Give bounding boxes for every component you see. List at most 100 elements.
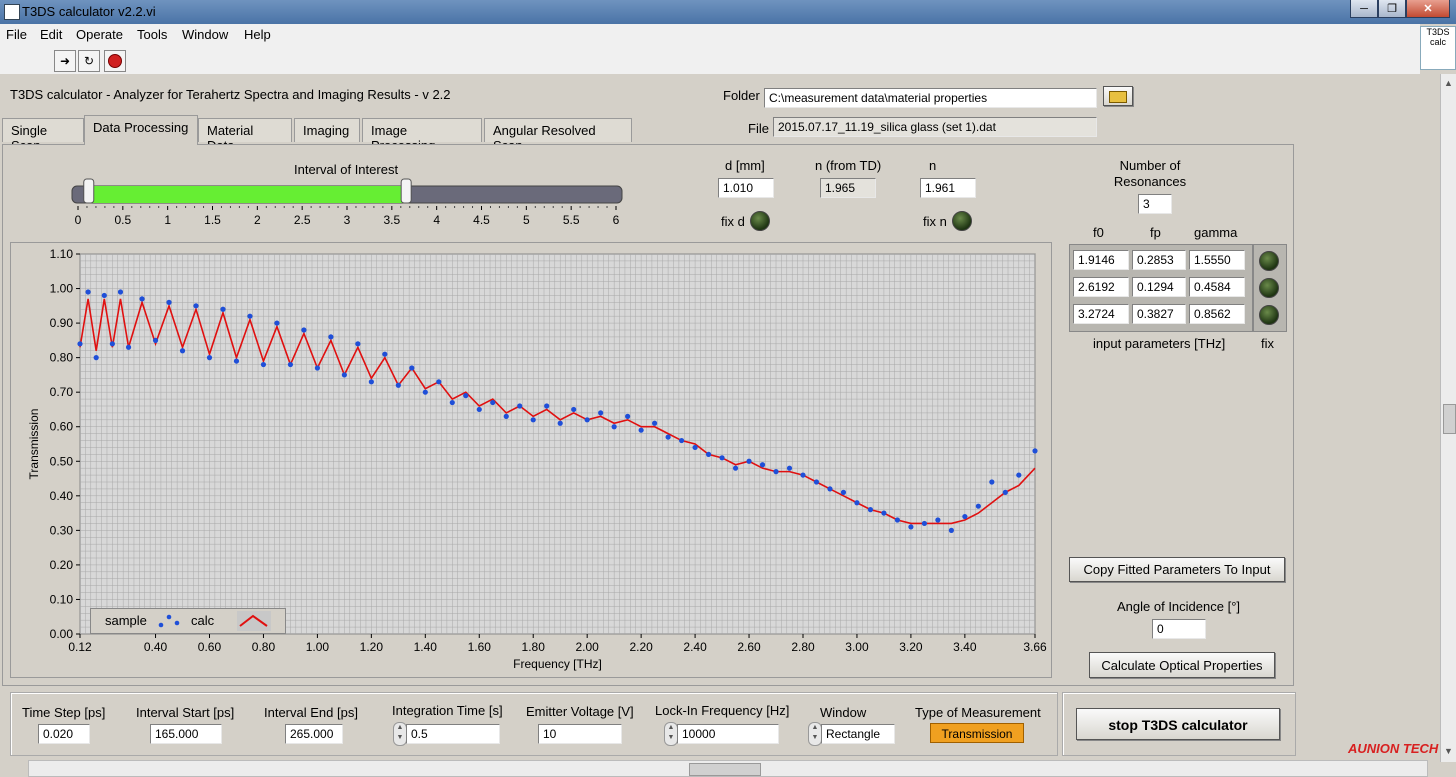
time-step-label: Time Step [ps] [22,705,106,720]
menu-edit[interactable]: Edit [40,27,62,42]
y-tick-label: 1.10 [50,247,74,261]
tab-single-scan[interactable]: Single Scan [2,118,84,153]
integration-time-stepper[interactable]: ▲ ▼ [393,722,407,746]
d-input[interactable]: 1.010 [718,178,774,198]
sample-point [166,299,172,305]
slider-tick-label: 3 [344,213,351,227]
tab-angular-resolved-scan[interactable]: Angular Resolved Scan [484,118,632,153]
tab-image-processing[interactable]: Image Processing [362,118,482,153]
hscroll-thumb[interactable] [689,763,761,776]
calculate-optical-properties-button[interactable]: Calculate Optical Properties [1089,652,1275,678]
gamma-input-2[interactable]: 0.4584 [1189,277,1245,297]
interval-end-label: Interval End [ps] [264,705,358,720]
horizontal-scrollbar[interactable] [28,760,1428,777]
angle-input[interactable]: 0 [1152,619,1206,639]
menu-tools[interactable]: Tools [137,27,167,42]
interval-start-input[interactable]: 165.000 [150,724,222,744]
x-tick-label: 3.40 [953,640,977,654]
fp-input-3[interactable]: 0.3827 [1132,304,1186,324]
slider-tick-label: 0 [75,213,82,227]
browse-folder-button[interactable] [1103,86,1133,106]
file-label: File [748,121,769,136]
f0-input-1[interactable]: 1.9146 [1073,250,1129,270]
interval-slider[interactable]: 0 0.5 1 1.5 2 2.5 3 3.5 4 4.5 5 5.5 6 [60,176,640,232]
restore-icon[interactable]: ❐ [1378,0,1406,18]
run-continuously-icon[interactable]: ↻ [78,50,100,72]
sample-point [355,341,361,347]
lock-in-frequency-input[interactable]: 10000 [677,724,779,744]
sample-point [800,472,806,478]
tab-imaging[interactable]: Imaging [294,118,360,142]
legend-sample-marker [158,614,180,628]
time-step-input[interactable]: 0.020 [38,724,90,744]
folder-path-input[interactable]: C:\measurement data\material properties [764,88,1097,108]
gamma-input-1[interactable]: 1.5550 [1189,250,1245,270]
lock-in-frequency-stepper[interactable]: ▲ ▼ [664,722,678,746]
sample-point [517,403,523,409]
sample-point [328,334,334,340]
menu-help[interactable]: Help [244,27,271,42]
sample-point [233,358,240,364]
y-tick-label: 0.80 [50,351,74,365]
scroll-thumb[interactable] [1443,404,1456,434]
fix-led-1[interactable] [1259,251,1279,271]
fix-n-led[interactable] [952,211,972,231]
fp-input-2[interactable]: 0.1294 [1132,277,1186,297]
sample-point [625,413,631,419]
x-tick-label: 2.00 [575,640,599,654]
window-stepper[interactable]: ▲ ▼ [808,722,822,746]
menu-file[interactable]: File [6,27,27,42]
sample-point [692,444,698,451]
sample-point [490,399,496,406]
tab-data-processing[interactable]: Data Processing [84,115,198,145]
sample-point [341,372,347,378]
sample-point [746,458,752,464]
minimize-icon[interactable]: ─ [1350,0,1378,18]
sample-point [598,410,604,416]
emitter-voltage-input[interactable]: 10 [538,724,622,744]
menu-window[interactable]: Window [182,27,228,42]
n-input[interactable]: 1.961 [920,178,976,198]
f0-input-2[interactable]: 2.6192 [1073,277,1129,297]
stop-t3ds-calculator-button[interactable]: stop T3DS calculator [1076,708,1280,740]
fix-led-3[interactable] [1259,305,1279,325]
y-tick-label: 1.00 [50,282,74,296]
interval-end-input[interactable]: 265.000 [285,724,343,744]
close-icon[interactable]: ✕ [1406,0,1450,18]
folder-open-icon [1109,91,1127,103]
slider-thumb-end[interactable] [400,178,412,204]
sample-point [989,479,995,485]
slider-tick-label: 4.5 [473,213,490,227]
interval-label: Interval of Interest [294,162,399,177]
sample-point [786,465,793,471]
sample-point [840,489,847,495]
sample-point [449,399,455,406]
sample-point [436,379,442,385]
fix-d-led[interactable] [750,211,770,231]
abort-stop-icon[interactable] [104,50,126,72]
window-select[interactable]: Rectangle [821,724,895,744]
integration-time-input[interactable]: 0.5 [406,724,500,744]
y-tick-label: 0.40 [50,489,74,503]
integration-time-label: Integration Time [s] [392,703,503,718]
vertical-scrollbar[interactable]: ▲ ▼ [1440,74,1456,762]
scroll-down-icon[interactable]: ▼ [1441,746,1456,756]
tab-material-data[interactable]: Material Data [198,118,292,153]
fix-led-2[interactable] [1259,278,1279,298]
fp-input-1[interactable]: 0.2853 [1132,250,1186,270]
f0-input-3[interactable]: 3.2724 [1073,304,1129,324]
gamma-input-3[interactable]: 0.8562 [1189,304,1245,324]
aunion-tech-watermark: AUNION TECH [1348,741,1439,756]
slider-tick-label: 1.5 [204,213,221,227]
resonances-count-input[interactable]: 3 [1138,194,1172,214]
run-arrow-icon[interactable]: ➜ [54,50,76,72]
scroll-up-icon[interactable]: ▲ [1441,78,1456,88]
slider-thumb-start[interactable] [83,178,95,204]
legend-calc-marker [237,611,271,631]
menu-operate[interactable]: Operate [76,27,123,42]
sample-point [193,303,199,309]
sample-point [476,406,482,413]
copy-fitted-parameters-button[interactable]: Copy Fitted Parameters To Input [1069,557,1285,582]
type-of-measurement-select[interactable]: Transmission [930,723,1024,743]
sample-point [571,406,577,413]
